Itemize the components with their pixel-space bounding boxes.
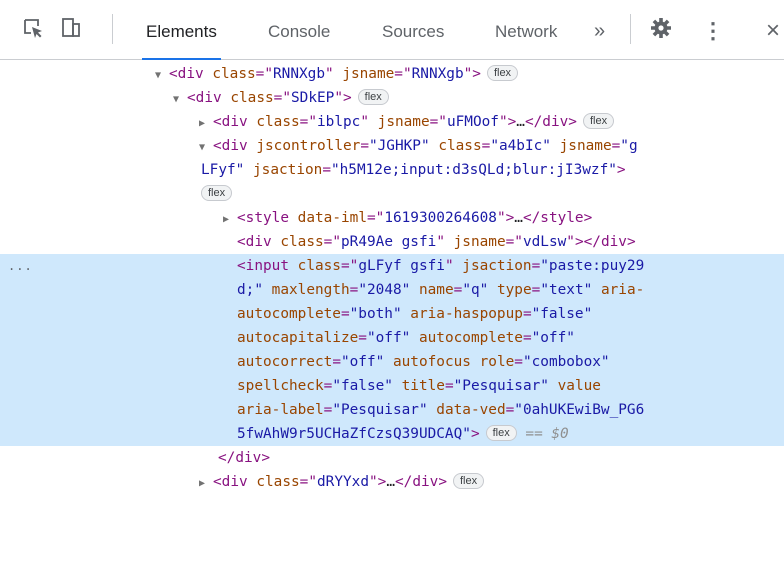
dom-node-row-wrap: autocorrect="off" autofocus role="combob… xyxy=(237,354,610,370)
dom-node-row[interactable]: ▶ <div class="dRYYxd">…</div> flex xyxy=(0,470,784,494)
flex-badge[interactable]: flex xyxy=(582,113,615,129)
selected-node-ref: == $0 xyxy=(525,426,569,442)
node-actions-icon[interactable]: ... xyxy=(8,254,33,278)
collapse-arrow-icon[interactable]: ▼ xyxy=(199,136,213,160)
flex-badge[interactable]: flex xyxy=(486,65,519,81)
more-tabs-icon[interactable]: » xyxy=(594,0,605,59)
dom-node-row-wrap: d;" maxlength="2048" name="q" type="text… xyxy=(237,282,645,298)
tab-network[interactable]: Network xyxy=(495,0,557,59)
toolbar-divider xyxy=(630,14,631,44)
dom-node-row[interactable]: ▼ <div jscontroller="JGHKP" class="a4bIc"… xyxy=(0,134,784,158)
collapse-arrow-icon[interactable]: ▼ xyxy=(173,88,187,112)
dom-node-row[interactable]: <div class="pR49Ae gsfi" jsname="vdLsw">… xyxy=(0,230,784,254)
tab-sources[interactable]: Sources xyxy=(382,0,444,59)
dom-node-row[interactable]: ▶ <style data-iml="1619300264608">…</styl… xyxy=(0,206,784,230)
devtools-toolbar: Elements Console Sources Network » ⋮ × xyxy=(0,0,784,60)
dom-node-row-wrap: autocomplete="both" aria-haspopup="false… xyxy=(237,306,593,322)
close-icon[interactable]: × xyxy=(766,0,780,59)
tab-elements[interactable]: Elements xyxy=(142,0,221,60)
dom-node-close-row[interactable]: </div> xyxy=(0,446,784,470)
dom-node-row[interactable]: ▼ <div class="SDkEP"> flex xyxy=(0,86,784,110)
dom-node-row[interactable]: ▶ <div class="iblpc" jsname="uFMOof">…</d… xyxy=(0,110,784,134)
dom-node-row-wrap: aria-label="Pesquisar" data-ved="0ahUKEw… xyxy=(237,402,645,418)
kebab-menu-icon[interactable]: ⋮ xyxy=(702,0,724,59)
flex-badge[interactable]: flex xyxy=(201,185,233,201)
dom-node-row-wrap: autocapitalize="off" autocomplete="off" xyxy=(237,330,575,346)
tab-console[interactable]: Console xyxy=(268,0,330,59)
collapse-arrow-icon[interactable]: ▼ xyxy=(155,64,169,88)
dom-node-row[interactable]: ▼ <div class="RNNXgb" jsname="RNNXgb"> fle… xyxy=(0,62,784,86)
dom-node-row-wrap: spellcheck="false" title="Pesquisar" val… xyxy=(237,378,601,394)
flex-badge[interactable]: flex xyxy=(485,425,517,441)
elements-dom-tree: ▼ <div class="RNNXgb" jsname="RNNXgb"> fle… xyxy=(0,60,784,494)
expand-arrow-icon[interactable]: ▶ xyxy=(199,472,213,496)
dom-node-row-wrap: LFyf" jsaction="h5M12e;input:d3sQLd;blur… xyxy=(201,162,626,178)
flex-badge[interactable]: flex xyxy=(452,473,485,489)
toolbar-divider xyxy=(112,14,113,44)
dom-node-row-wrap: flex xyxy=(0,182,784,206)
device-toolbar-icon[interactable] xyxy=(60,17,82,39)
expand-arrow-icon[interactable]: ▶ xyxy=(199,112,213,136)
settings-gear-icon[interactable] xyxy=(650,17,672,39)
flex-badge[interactable]: flex xyxy=(357,89,389,105)
selected-dom-node[interactable]: ... <input class="gLFyf gsfi" jsaction="p… xyxy=(0,254,784,446)
dom-node-row-wrap: 5fwAhW9r5UCHaZfCzsQ39UDCAQ"> flex == $0 xyxy=(237,425,569,442)
expand-arrow-icon[interactable]: ▶ xyxy=(223,208,237,232)
inspect-element-icon[interactable] xyxy=(22,17,44,39)
